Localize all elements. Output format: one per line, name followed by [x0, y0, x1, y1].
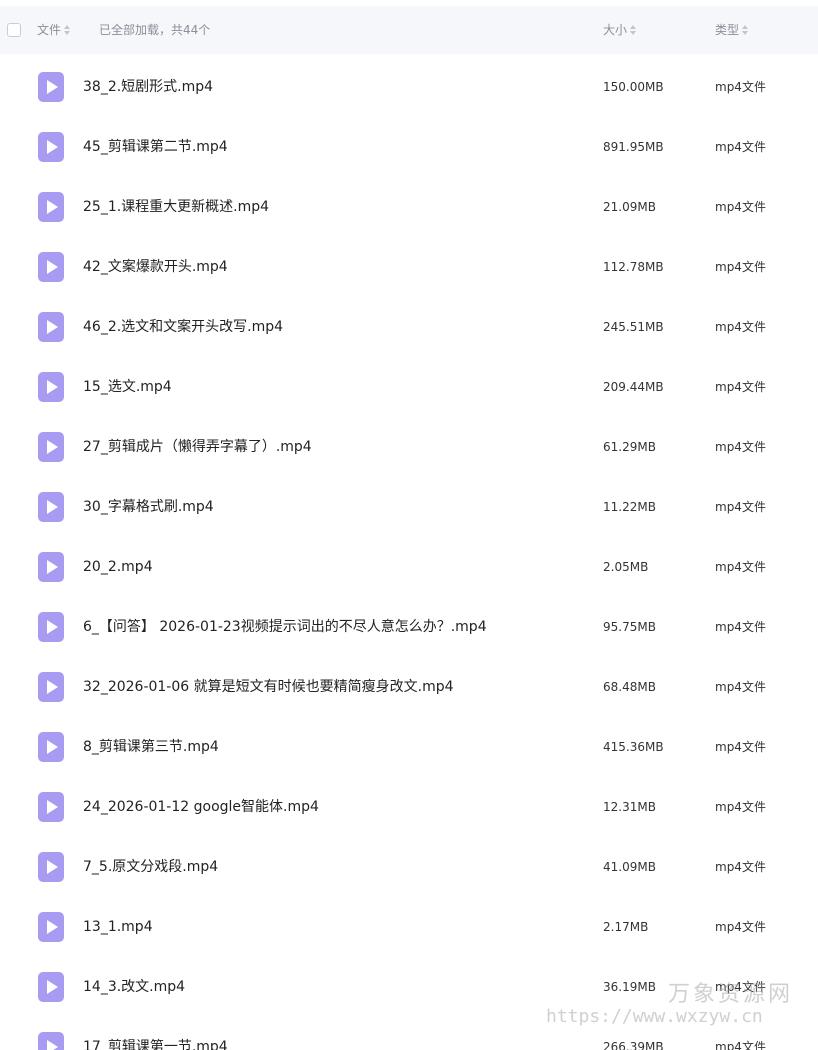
file-row[interactable]: 30_字幕格式刷.mp4 11.22MB mp4文件 [0, 476, 818, 536]
video-file-icon [38, 132, 64, 162]
file-name[interactable]: 24_2026-01-12 google智能体.mp4 [83, 797, 319, 817]
file-name[interactable]: 13_1.mp4 [83, 917, 153, 937]
file-type: mp4文件 [715, 260, 766, 274]
file-size: 2.17MB [603, 920, 649, 934]
video-file-icon [38, 372, 64, 402]
video-file-icon [38, 912, 64, 942]
video-file-icon [38, 672, 64, 702]
video-file-icon [38, 1032, 64, 1050]
file-name[interactable]: 25_1.课程重大更新概述.mp4 [83, 197, 269, 217]
file-list-page: 文件 已全部加载，共44个 大小 类型 38_2.短剧形式.mp4 150.00M… [0, 0, 818, 1050]
file-row[interactable]: 45_剪辑课第二节.mp4 891.95MB mp4文件 [0, 116, 818, 176]
file-row[interactable]: 8_剪辑课第三节.mp4 415.36MB mp4文件 [0, 716, 818, 776]
file-size: 61.29MB [603, 440, 656, 454]
file-size: 2.05MB [603, 560, 649, 574]
sort-icon [64, 24, 71, 35]
select-all-checkbox[interactable] [7, 23, 21, 37]
file-size: 245.51MB [603, 320, 664, 334]
list-header: 文件 已全部加载，共44个 大小 类型 [0, 6, 818, 54]
file-row[interactable]: 38_2.短剧形式.mp4 150.00MB mp4文件 [0, 56, 818, 116]
column-header-size[interactable]: 大小 [603, 22, 637, 38]
column-header-file-label: 文件 [37, 23, 62, 37]
file-type: mp4文件 [715, 140, 766, 154]
file-row[interactable]: 13_1.mp4 2.17MB mp4文件 [0, 896, 818, 956]
file-size: 415.36MB [603, 740, 664, 754]
file-name[interactable]: 45_剪辑课第二节.mp4 [83, 137, 228, 157]
watermark-name: 万象资源网 [668, 982, 794, 1007]
video-file-icon [38, 252, 64, 282]
video-file-icon [38, 852, 64, 882]
file-type: mp4文件 [715, 320, 766, 334]
file-size: 112.78MB [603, 260, 664, 274]
sort-icon [742, 24, 749, 35]
file-name[interactable]: 7_5.原文分戏段.mp4 [83, 857, 218, 877]
column-header-type-label: 类型 [715, 23, 740, 37]
file-name[interactable]: 30_字幕格式刷.mp4 [83, 497, 214, 517]
video-file-icon [38, 732, 64, 762]
file-type: mp4文件 [715, 620, 766, 634]
file-row[interactable]: 42_文案爆款开头.mp4 112.78MB mp4文件 [0, 236, 818, 296]
file-type: mp4文件 [715, 740, 766, 754]
file-name[interactable]: 15_选文.mp4 [83, 377, 172, 397]
video-file-icon [38, 72, 64, 102]
file-name[interactable]: 27_剪辑成片（懒得弄字幕了）.mp4 [83, 437, 312, 457]
video-file-icon [38, 552, 64, 582]
file-row[interactable]: 15_选文.mp4 209.44MB mp4文件 [0, 356, 818, 416]
file-size: 11.22MB [603, 500, 656, 514]
file-size: 150.00MB [603, 80, 664, 94]
file-row[interactable]: 6_【问答】 2026-01-23视频提示词出的不尽人意怎么办？.mp4 95.7… [0, 596, 818, 656]
file-name[interactable]: 6_【问答】 2026-01-23视频提示词出的不尽人意怎么办？.mp4 [83, 617, 487, 637]
file-name[interactable]: 32_2026-01-06 就算是短文有时候也要精简瘦身改文.mp4 [83, 677, 454, 697]
file-row[interactable]: 20_2.mp4 2.05MB mp4文件 [0, 536, 818, 596]
file-size: 209.44MB [603, 380, 664, 394]
file-row[interactable]: 7_5.原文分戏段.mp4 41.09MB mp4文件 [0, 836, 818, 896]
column-header-type[interactable]: 类型 [715, 22, 749, 38]
file-name[interactable]: 8_剪辑课第三节.mp4 [83, 737, 219, 757]
video-file-icon [38, 492, 64, 522]
file-size: 68.48MB [603, 680, 656, 694]
video-file-icon [38, 792, 64, 822]
file-size: 41.09MB [603, 860, 656, 874]
file-type: mp4文件 [715, 680, 766, 694]
video-file-icon [38, 192, 64, 222]
load-status: 已全部加载，共44个 [99, 23, 211, 37]
video-file-icon [38, 972, 64, 1002]
file-type: mp4文件 [715, 80, 766, 94]
sort-icon [630, 24, 637, 35]
file-size: 266.39MB [603, 1040, 664, 1050]
file-type: mp4文件 [715, 800, 766, 814]
file-name[interactable]: 42_文案爆款开头.mp4 [83, 257, 228, 277]
file-name[interactable]: 20_2.mp4 [83, 557, 153, 577]
file-type: mp4文件 [715, 440, 766, 454]
watermark-url: https://www.wxzyw.cn [546, 1006, 763, 1027]
file-size: 891.95MB [603, 140, 664, 154]
file-type: mp4文件 [715, 200, 766, 214]
file-row[interactable]: 24_2026-01-12 google智能体.mp4 12.31MB mp4文件 [0, 776, 818, 836]
file-row[interactable]: 32_2026-01-06 就算是短文有时候也要精简瘦身改文.mp4 68.48M… [0, 656, 818, 716]
file-row[interactable]: 27_剪辑成片（懒得弄字幕了）.mp4 61.29MB mp4文件 [0, 416, 818, 476]
column-header-size-label: 大小 [603, 23, 628, 37]
file-type: mp4文件 [715, 920, 766, 934]
video-file-icon [38, 612, 64, 642]
file-size: 12.31MB [603, 800, 656, 814]
file-type: mp4文件 [715, 860, 766, 874]
file-type: mp4文件 [715, 380, 766, 394]
file-name[interactable]: 46_2.选文和文案开头改写.mp4 [83, 317, 283, 337]
column-header-file[interactable]: 文件 [37, 22, 71, 38]
file-size: 95.75MB [603, 620, 656, 634]
file-type: mp4文件 [715, 1040, 766, 1050]
video-file-icon [38, 312, 64, 342]
file-type: mp4文件 [715, 500, 766, 514]
file-size: 21.09MB [603, 200, 656, 214]
video-file-icon [38, 432, 64, 462]
file-name[interactable]: 14_3.改文.mp4 [83, 977, 185, 997]
file-name[interactable]: 38_2.短剧形式.mp4 [83, 77, 213, 97]
file-name[interactable]: 17_剪辑课第一节.mp4 [83, 1037, 228, 1050]
file-row[interactable]: 25_1.课程重大更新概述.mp4 21.09MB mp4文件 [0, 176, 818, 236]
file-size: 36.19MB [603, 980, 656, 994]
file-list: 38_2.短剧形式.mp4 150.00MB mp4文件 45_剪辑课第二节.mp4… [0, 56, 818, 1050]
file-row[interactable]: 46_2.选文和文案开头改写.mp4 245.51MB mp4文件 [0, 296, 818, 356]
file-type: mp4文件 [715, 560, 766, 574]
